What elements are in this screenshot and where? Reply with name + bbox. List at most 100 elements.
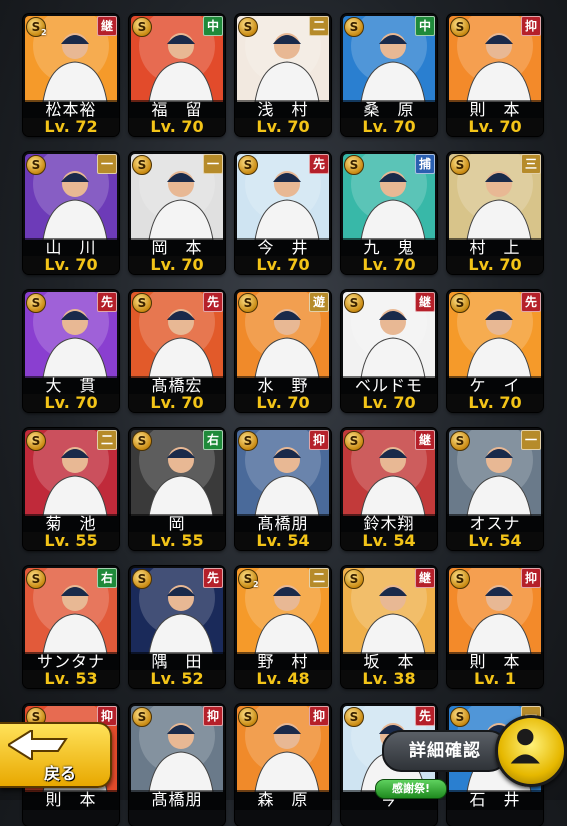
player-level: Lv. 54 [447,532,543,550]
back-label: 戻る [44,764,77,783]
rank-s-badge: S [26,569,46,589]
position-badge: 二 [309,16,329,36]
position-badge: 抑 [309,430,329,450]
position-badge: 継 [415,568,435,588]
rank-s-badge: S [344,569,364,589]
help-avatar-button[interactable] [495,715,567,787]
player-level: Lv. 70 [23,394,119,412]
limit-break-count: 2 [253,580,259,589]
position-badge: 捕 [415,154,435,174]
player-card[interactable]: S 継ベルドモ Lv. 70 [341,290,437,412]
player-card[interactable]: S先今 井 Lv. 70 [235,152,331,274]
player-level: Lv. 70 [129,394,225,412]
player-name: 森 原 [235,790,331,810]
position-badge: 先 [309,154,329,174]
rank-s-badge: S [344,707,364,727]
player-card[interactable]: S 2 継松本裕 Lv. 72 [23,14,119,136]
rank-s-badge: S [132,707,152,727]
rank-s-badge: S [238,155,258,175]
player-level: Lv. 70 [447,394,543,412]
position-badge: 一 [97,154,117,174]
back-button[interactable]: 戻る [0,722,112,788]
player-card[interactable]: S抑則 本 Lv. 1 [447,566,543,688]
player-card[interactable]: S先隅 田 Lv. 52 [129,566,225,688]
position-badge: 抑 [521,568,541,588]
event-badge: 感謝祭! [375,779,447,799]
position-badge: 先 [97,292,117,312]
player-card[interactable]: S2二野 村 Lv. 48 [235,566,331,688]
card-grid: S 2 継松本裕 Lv. 72 S 中福 留 Lv. 70 S 二浅 村 Lv. 70 S 中桑 原L… [0,0,567,826]
position-badge: 先 [521,292,541,312]
back-arrow-icon [8,730,68,760]
position-badge: 遊 [309,292,329,312]
player-card[interactable]: S 先髙橋宏 Lv. 70 [129,290,225,412]
player-card[interactable]: S二菊 池 Lv. 55 [23,428,119,550]
detail-confirm-button[interactable]: 詳細確認 [382,730,508,772]
position-badge: 二 [309,568,329,588]
rank-s-badge: S [238,431,258,451]
player-name: 髙橋朋 [129,790,225,810]
rank-s-badge: S [344,293,364,313]
position-badge: 一 [521,430,541,450]
rank-s-badge: S [132,431,152,451]
player-level: Lv. 38 [341,670,437,688]
position-badge: 一 [203,154,223,174]
player-level: Lv. 70 [341,118,437,136]
player-card[interactable]: S 抑髙橋朋 Lv. 54 [235,428,331,550]
player-card[interactable]: S 一オスナ Lv. 54 [447,428,543,550]
rank-s-badge: S [26,293,46,313]
position-badge: 右 [203,430,223,450]
player-level: Lv. 70 [235,394,331,412]
player-card[interactable]: S二浅 村 Lv. 70 [235,14,331,136]
player-card[interactable]: S捕九 鬼 Lv. 70 [341,152,437,274]
rank-s-badge: S [344,155,364,175]
rank-s-badge: S [450,17,470,37]
player-card[interactable]: S 右サンタナ Lv. 53 [23,566,119,688]
position-badge: 三 [521,154,541,174]
position-badge: 先 [203,568,223,588]
player-level: Lv. 52 [129,670,225,688]
player-level: Lv. 70 [447,256,543,274]
player-card[interactable]: S先ケ イ Lv. 70 [447,290,543,412]
player-card[interactable]: S遊水 野 Lv. 70 [235,290,331,412]
player-level: Lv. 70 [235,256,331,274]
player-card[interactable]: S中福 留 Lv. 70 [129,14,225,136]
player-card[interactable]: S一山 川 Lv. 70 [23,152,119,274]
player-level: Lv. 70 [447,118,543,136]
position-badge: 二 [97,430,117,450]
position-badge: 抑 [521,16,541,36]
rank-s-badge: S [26,431,46,451]
player-card[interactable]: S 継鈴木翔 Lv. 54 [341,428,437,550]
player-name: 石 井 [447,790,543,810]
rank-s-badge: S [132,293,152,313]
rank-s-badge: S [132,569,152,589]
player-level: Lv. 70 [235,118,331,136]
player-card[interactable]: S 抑髙橋朋 [129,704,225,826]
rank-s-badge: S [238,17,258,37]
rank-s-badge: S [450,155,470,175]
player-card[interactable]: S三村 上 Lv. 70 [447,152,543,274]
rank-s-badge: S [344,431,364,451]
player-card[interactable]: S一岡 本 Lv. 70 [129,152,225,274]
position-badge: 抑 [203,706,223,726]
player-level: Lv. 70 [23,256,119,274]
player-level: Lv. 70 [341,256,437,274]
player-card[interactable]: S継坂 本 Lv. 38 [341,566,437,688]
player-level: Lv. 55 [23,532,119,550]
player-level: Lv. 70 [129,256,225,274]
limit-break-count: 2 [41,28,47,37]
player-card[interactable]: S 抑森 原 [235,704,331,826]
player-card[interactable]: S先大 貫 Lv. 70 [23,290,119,412]
position-badge: 中 [203,16,223,36]
rank-s-badge: S [450,569,470,589]
rank-s-badge: S [238,293,258,313]
player-level: Lv. 53 [23,670,119,688]
position-badge: 先 [415,706,435,726]
player-card[interactable]: S 右岡 Lv. 55 [129,428,225,550]
position-badge: 抑 [309,706,329,726]
player-level: Lv. 70 [129,118,225,136]
player-level: Lv. 54 [341,532,437,550]
position-badge: 中 [415,16,435,36]
player-card[interactable]: S抑則 本 Lv. 70 [447,14,543,136]
player-card[interactable]: S中桑 原 Lv. 70 [341,14,437,136]
